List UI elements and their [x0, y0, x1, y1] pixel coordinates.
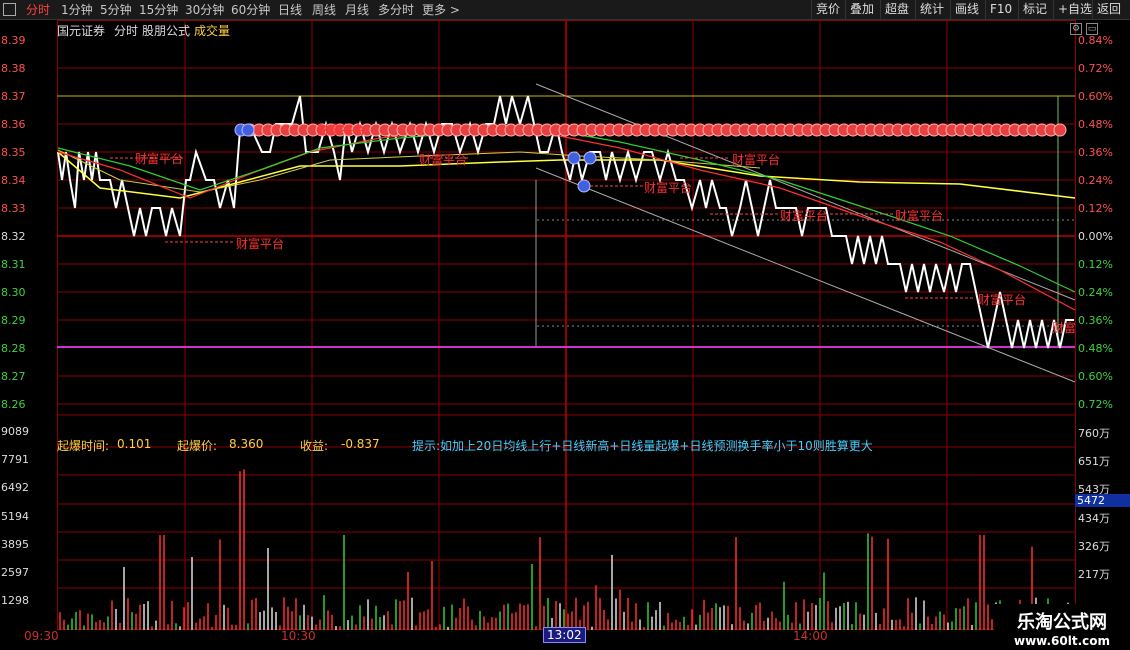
- trigger-price-label: 起爆价:: [177, 439, 218, 453]
- intraday-chart[interactable]: 国元证券 分时 股朋公式 成交量 ⚙ ▭ 8.39 8.38 8.37 8.36…: [0, 20, 1130, 650]
- channel-lower: [535, 167, 1076, 383]
- tab-fenshi[interactable]: 分时: [26, 2, 50, 18]
- tab-monthly[interactable]: 月线: [345, 2, 369, 18]
- tab-5min[interactable]: 5分钟: [100, 2, 132, 18]
- price-label: 8.28: [1, 342, 26, 355]
- volume-label: 1298: [1, 594, 29, 607]
- price-label: 8.30: [1, 286, 26, 299]
- profit-value: -0.837: [341, 437, 380, 451]
- platform-annotation: 财富平台: [644, 181, 693, 195]
- volume-amount-label: 760万: [1078, 427, 1110, 440]
- pct-label: 0.12%: [1078, 202, 1113, 215]
- menu-icon[interactable]: [3, 3, 16, 16]
- volume-label: 3895: [1, 538, 29, 551]
- tab-daily[interactable]: 日线: [278, 2, 302, 18]
- trigger-time-label: 起爆时间:: [57, 439, 110, 453]
- stats-button[interactable]: 统计: [915, 0, 948, 19]
- price-label: 8.26: [1, 398, 26, 411]
- price-label: 8.38: [1, 62, 26, 75]
- watermark: 乐淘公式网 www.60lt.com: [994, 604, 1130, 650]
- signal-bubble-blue: [583, 151, 597, 165]
- price-label: 8.36: [1, 118, 26, 131]
- price-label: 8.27: [1, 370, 26, 383]
- price-label: 8.35: [1, 146, 26, 159]
- pct-label: 0.36%: [1078, 314, 1113, 327]
- pct-label: 0.24%: [1078, 174, 1113, 187]
- platform-annotation: 财富平台: [236, 237, 285, 251]
- volume-amount-label: 651万: [1078, 455, 1110, 468]
- chart-canvas[interactable]: [0, 20, 1130, 650]
- pct-label: 0.36%: [1078, 146, 1113, 159]
- trigger-time-value: 0.101: [117, 437, 152, 451]
- pct-label: 0.84%: [1078, 34, 1113, 47]
- signal-bubble-blue: [567, 151, 581, 165]
- platform-annotation: 财富平台: [135, 152, 184, 166]
- mark-button[interactable]: 标记: [1018, 0, 1051, 19]
- watermark-title: 乐淘公式网: [1017, 612, 1107, 633]
- pct-label: 0.12%: [1078, 258, 1113, 271]
- current-volume-badge: 5472: [1075, 494, 1130, 507]
- period-toolbar: 分时 1分钟 5分钟 15分钟 30分钟 60分钟 日线 周线 月线 多分时 更…: [0, 0, 1130, 20]
- platform-annotation: 财富平台: [895, 209, 944, 223]
- tab-30min[interactable]: 30分钟: [185, 2, 224, 18]
- add-watchlist-button[interactable]: +自选: [1053, 0, 1096, 19]
- tab-1min[interactable]: 1分钟: [61, 2, 93, 18]
- platform-annotation: 财富: [1052, 321, 1077, 335]
- tab-more[interactable]: 更多 >: [422, 2, 460, 18]
- tab-15min[interactable]: 15分钟: [139, 2, 178, 18]
- hint-text: 提示:如加上20日均线上行+日线新高+日线量起爆+日线预测换手率小于10则胜算更…: [412, 439, 873, 453]
- time-label: 09:30: [24, 629, 59, 643]
- pct-label: 0.60%: [1078, 370, 1113, 383]
- f10-button[interactable]: F10: [985, 0, 1016, 19]
- time-label: 10:30: [281, 629, 316, 643]
- volume-label: 2597: [1, 566, 29, 579]
- signal-bubble-blue: [241, 123, 255, 137]
- trigger-price-value: 8.360: [229, 437, 264, 451]
- pct-label: 0.72%: [1078, 398, 1113, 411]
- pct-label: 0.60%: [1078, 90, 1113, 103]
- draw-line-button[interactable]: 画线: [950, 0, 983, 19]
- pct-label: 0.48%: [1078, 118, 1113, 131]
- price-label: 8.39: [1, 34, 26, 47]
- price-label: 8.29: [1, 314, 26, 327]
- overlay-button[interactable]: 叠加: [845, 0, 878, 19]
- volume-label: 9089: [1, 425, 29, 438]
- price-label: 8.31: [1, 258, 26, 271]
- platform-annotation: 财富平台: [978, 293, 1027, 307]
- price-label: 8.33: [1, 202, 26, 215]
- tab-multi-fenshi[interactable]: 多分时: [378, 2, 414, 18]
- pct-label: 0.72%: [1078, 62, 1113, 75]
- super-button[interactable]: 超盘: [880, 0, 913, 19]
- watermark-url: www.60lt.com: [1013, 634, 1111, 648]
- volume-label: 7791: [1, 453, 29, 466]
- volume-amount-label: 326万: [1078, 540, 1110, 553]
- pct-label: 0.48%: [1078, 342, 1113, 355]
- platform-annotation: 财富平台: [317, 123, 366, 137]
- platform-annotation: 财富平台: [732, 153, 781, 167]
- signal-bubble: [1053, 123, 1067, 137]
- price-label: 8.37: [1, 90, 26, 103]
- price-label: 8.32: [1, 230, 26, 243]
- price-label: 8.34: [1, 174, 26, 187]
- chart-tab-label: 分时: [114, 24, 139, 38]
- pct-label: 0.24%: [1078, 286, 1113, 299]
- pct-label: 0.00%: [1078, 230, 1113, 243]
- indicator-label: 成交量: [194, 24, 231, 38]
- back-button[interactable]: 返回: [1092, 0, 1125, 19]
- time-cursor-label: 13:02: [543, 627, 586, 643]
- formula-label: 股朋公式: [142, 24, 191, 38]
- signal-bubble-blue: [577, 179, 591, 193]
- platform-annotation: 财富平台: [419, 153, 468, 167]
- volume-amount-label: 217万: [1078, 568, 1110, 581]
- bid-button[interactable]: 竞价: [811, 0, 844, 19]
- tab-60min[interactable]: 60分钟: [231, 2, 270, 18]
- volume-amount-label: 434万: [1078, 512, 1110, 525]
- volume-label: 6492: [1, 481, 29, 494]
- tab-weekly[interactable]: 周线: [312, 2, 336, 18]
- profit-label: 收益:: [300, 439, 329, 453]
- platform-annotation: 财富平台: [780, 209, 829, 223]
- broker-label: 国元证券: [57, 24, 106, 38]
- time-label: 14:00: [793, 629, 828, 643]
- volume-label: 5194: [1, 510, 29, 523]
